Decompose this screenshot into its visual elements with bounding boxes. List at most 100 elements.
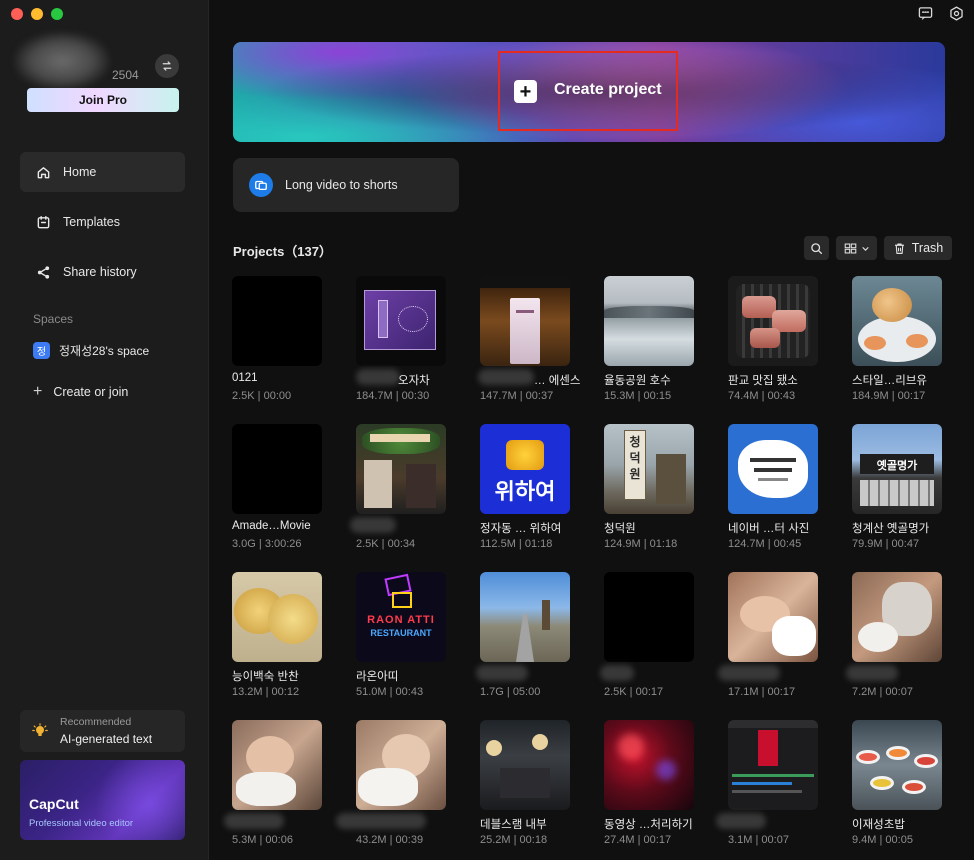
recommended-card[interactable]: Recommended AI-generated text	[20, 710, 185, 752]
shorts-label: Long video to shorts	[285, 178, 398, 192]
project-thumbnail	[232, 720, 322, 810]
thumb-text: 옛골명가	[876, 460, 918, 472]
project-meta: 13.2M | 00:12	[232, 686, 300, 698]
project-card[interactable]: 3.1M | 00:07	[716, 720, 818, 860]
projects-grid: 0121 2.5K | 00:00 오자차 184.7M | 00:30 … 에…	[224, 276, 942, 860]
project-card[interactable]: 이재성초밥 9.4M | 00:05	[852, 720, 942, 860]
create-project-banner[interactable]: + Create project	[233, 42, 945, 142]
redacted-text	[356, 369, 400, 385]
project-meta: 112.5M | 01:18	[480, 538, 553, 550]
project-card[interactable]: 옛골명가 청계산 옛골명가 79.9M | 00:47	[852, 424, 942, 572]
search-icon	[811, 242, 823, 254]
project-name: 오자차	[398, 375, 430, 387]
project-name: Amade…Movie	[232, 520, 311, 532]
project-meta: 27.4M | 00:17	[604, 834, 672, 846]
project-card[interactable]: 율동공원 호수 15.3M | 00:15	[604, 276, 694, 424]
search-projects-button[interactable]	[804, 236, 829, 260]
project-card[interactable]: 43.2M | 00:39	[336, 720, 446, 860]
long-video-to-shorts-button[interactable]: Long video to shorts	[233, 158, 459, 212]
project-card[interactable]: 데블스램 내부 25.2M | 00:18	[480, 720, 570, 860]
project-card[interactable]: 청덕원 청덕원 124.9M | 01:18	[604, 424, 694, 572]
project-card[interactable]: 2.5K | 00:34	[350, 424, 446, 572]
create-or-join-button[interactable]: + Create or join	[33, 384, 128, 400]
project-thumbnail	[604, 276, 694, 366]
project-meta: 43.2M | 00:39	[356, 834, 424, 846]
project-name: 능이백숙 반찬	[232, 671, 299, 683]
project-meta: 2.5K | 00:17	[604, 686, 664, 698]
project-card[interactable]: RAON ATTI RESTAURANT 라온아띠 51.0M | 00:43	[356, 572, 446, 720]
project-thumbnail	[728, 720, 818, 810]
templates-icon	[37, 215, 50, 228]
project-thumbnail	[852, 572, 942, 662]
project-card[interactable]: 2.5K | 00:17	[600, 572, 694, 720]
plus-icon: +	[514, 80, 537, 103]
project-card[interactable]: 5.3M | 00:06	[224, 720, 322, 860]
capcut-promo-card[interactable]: CapCut Professional video editor	[20, 760, 185, 840]
project-thumbnail	[232, 276, 322, 366]
project-card[interactable]: Amade…Movie 3.0G | 3:00:26	[232, 424, 322, 572]
project-card[interactable]: 네이버 …터 사진 124.7M | 00:45	[728, 424, 818, 572]
project-meta: 3.0G | 3:00:26	[232, 538, 302, 550]
project-thumbnail	[728, 572, 818, 662]
space-name: 정재성28's space	[59, 344, 150, 358]
project-card[interactable]: 위하여 정자동 … 위하여 112.5M | 01:18	[480, 424, 570, 572]
minimize-window-button[interactable]	[31, 8, 43, 20]
project-name: 데블스램 내부	[480, 819, 547, 831]
project-card[interactable]: 스타일…리브유 184.9M | 00:17	[852, 276, 942, 424]
project-name: 청계산 옛골명가	[852, 523, 930, 535]
project-meta: 74.4M | 00:43	[728, 390, 796, 402]
home-icon	[37, 166, 50, 178]
trash-button[interactable]: Trash	[884, 236, 952, 260]
grid-view-icon	[844, 243, 856, 253]
sidebar-item-space[interactable]: 정 정재성28's space	[33, 342, 149, 359]
promo-subtitle: Professional video editor	[29, 818, 134, 829]
close-window-button[interactable]	[11, 8, 23, 20]
sidebar-item-home[interactable]: Home	[20, 152, 185, 192]
avatar[interactable]	[14, 32, 110, 90]
sidebar-item-label: Templates	[63, 215, 120, 229]
project-thumbnail	[604, 572, 694, 662]
project-thumbnail	[480, 572, 570, 662]
project-card[interactable]: 오자차 184.7M | 00:30	[356, 276, 446, 424]
redacted-text	[478, 369, 534, 385]
project-card[interactable]: 17.1M | 00:17	[718, 572, 818, 720]
trash-icon	[894, 242, 904, 254]
zoom-window-button[interactable]	[51, 8, 63, 20]
project-name: 정자동 … 위하여	[480, 523, 562, 535]
project-meta: 124.7M | 00:45	[728, 538, 802, 550]
project-thumbnail	[604, 720, 694, 810]
join-pro-button[interactable]: Join Pro	[27, 88, 179, 112]
recommended-label: Recommended	[60, 716, 132, 728]
view-mode-button[interactable]	[836, 236, 877, 260]
project-meta: 25.2M | 00:18	[480, 834, 548, 846]
sidebar-item-share-history[interactable]: Share history	[20, 252, 185, 292]
sidebar-item-templates[interactable]: Templates	[20, 202, 185, 242]
shorts-icon	[249, 173, 273, 197]
project-card[interactable]: 동영상 …처리하기 27.4M | 00:17	[604, 720, 694, 860]
project-meta: 5.3M | 00:06	[232, 834, 293, 846]
project-card[interactable]: 1.7G | 05:00	[476, 572, 570, 720]
space-avatar: 정	[33, 342, 50, 359]
project-name: 판교 맛집 됐소	[728, 375, 798, 387]
project-card[interactable]: … 에센스 147.7M | 00:37	[478, 276, 580, 424]
redacted-text	[600, 665, 634, 681]
redacted-text	[224, 813, 284, 829]
feedback-icon[interactable]	[918, 6, 933, 21]
project-thumbnail	[728, 424, 818, 514]
sidebar-item-label: Home	[63, 165, 97, 179]
create-or-join-label: Create or join	[53, 385, 129, 399]
project-card[interactable]: 7.2M | 00:07	[846, 572, 942, 720]
project-card[interactable]: 능이백숙 반찬 13.2M | 00:12	[232, 572, 322, 720]
project-card[interactable]: 0121 2.5K | 00:00	[232, 276, 322, 424]
project-thumbnail	[852, 276, 942, 366]
settings-icon[interactable]	[949, 6, 964, 21]
switch-account-button[interactable]	[155, 54, 179, 78]
project-meta: 2.5K | 00:00	[232, 390, 292, 402]
project-thumbnail: 청덕원	[604, 424, 694, 514]
project-card[interactable]: 판교 맛집 됐소 74.4M | 00:43	[728, 276, 818, 424]
chevron-down-icon	[861, 246, 869, 251]
swap-icon	[162, 61, 172, 71]
thumb-text: RAON ATTI	[367, 614, 435, 626]
project-name: 네이버 …터 사진	[728, 523, 810, 535]
account-id: 2504	[112, 68, 139, 82]
